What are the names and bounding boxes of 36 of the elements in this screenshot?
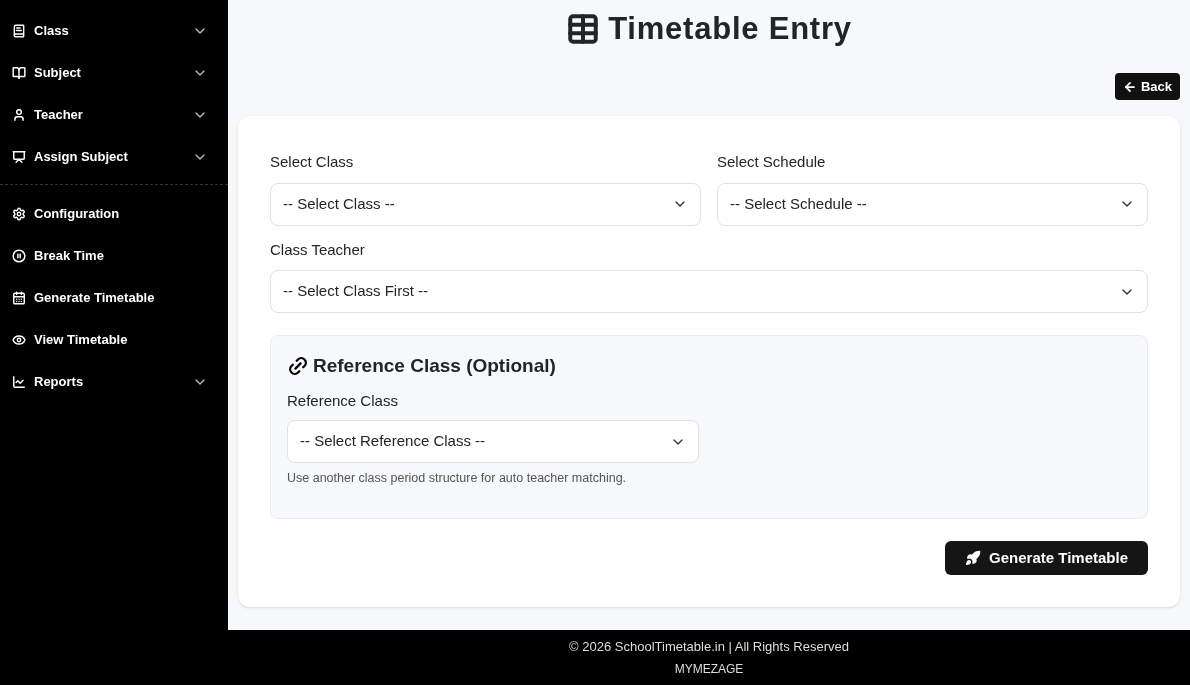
presentation-icon (12, 150, 26, 164)
field-label: Select Class (270, 152, 355, 172)
sidebar-item[interactable]: Reports (0, 361, 228, 403)
pause-icon (12, 249, 26, 263)
back-button[interactable]: Back (1114, 73, 1180, 100)
sidebar-item[interactable]: View Timetable (0, 319, 228, 361)
section-heading: Reference Class (Optional) (313, 354, 556, 378)
field-label: Class Teacher (270, 239, 366, 260)
sidebar-item[interactable]: Class (0, 10, 228, 52)
person-icon (12, 108, 26, 122)
sidebar-item[interactable]: Break Time (0, 235, 228, 277)
select-field[interactable]: -- Select Schedule -- (717, 182, 1148, 226)
sidebar-item[interactable]: Generate Timetable (0, 277, 228, 319)
calendar-icon (12, 291, 26, 305)
select-field[interactable]: -- Select Reference Class -- (287, 420, 699, 463)
book-icon (12, 24, 26, 38)
arrow-left-icon (1122, 79, 1137, 94)
eye-icon (12, 333, 26, 347)
page-title: Timetable Entry (608, 9, 852, 48)
sidebar-item[interactable]: Configuration (0, 193, 228, 235)
field-label: Select Schedule (717, 152, 827, 172)
brand-text: MYMEZAGE (674, 660, 744, 678)
help-text: Use another class period structure for auto teacher matching. (287, 470, 628, 487)
select-field[interactable]: -- Select Class First -- (270, 270, 1148, 313)
rocket-icon (965, 549, 982, 566)
sidebar-item[interactable]: Assign Subject (0, 136, 228, 178)
sidebar-item[interactable]: Subject (0, 52, 228, 94)
copyright-text: © 2026 SchoolTimetable.in | All Rights Reserved (569, 638, 849, 657)
generate-button[interactable]: Generate Timetable (945, 540, 1148, 575)
table-icon (566, 12, 601, 46)
field-label: Reference Class (287, 390, 399, 411)
line-chart-icon (12, 375, 26, 389)
settings-icon (12, 207, 26, 221)
select-field[interactable]: -- Select Class -- (270, 182, 701, 226)
open-book-icon (12, 66, 26, 80)
sidebar-item[interactable]: Teacher (0, 94, 228, 136)
